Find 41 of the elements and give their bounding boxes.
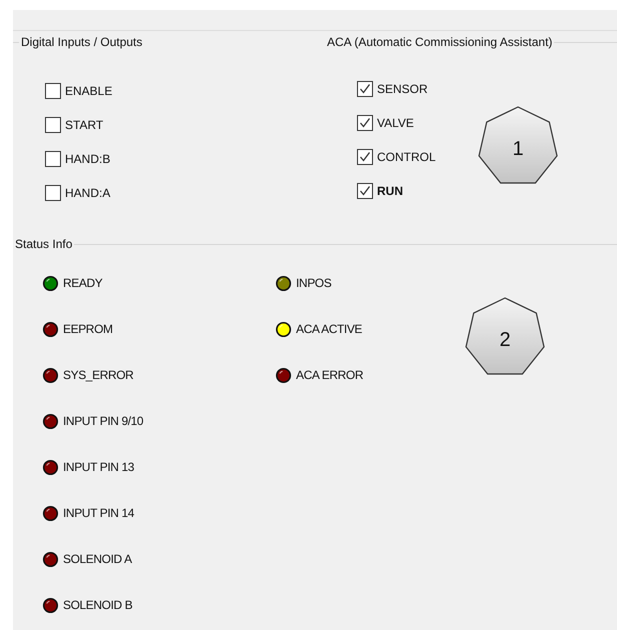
- status-led: [42, 550, 59, 568]
- status-label: INPUT PIN 9/10: [63, 413, 144, 430]
- checkbox-label: HAND:A: [65, 185, 110, 202]
- status-label: EEPROM: [63, 321, 113, 338]
- group-title: Digital Inputs / Outputs: [20, 34, 144, 51]
- status-label: ACA ERROR: [296, 367, 364, 384]
- status-label: ACA ACTIVE: [296, 321, 362, 338]
- status-label: SOLENOID B: [63, 597, 132, 614]
- checkbox[interactable]: [357, 183, 373, 199]
- status-label: SOLENOID A: [63, 551, 132, 568]
- checkbox[interactable]: [357, 81, 373, 97]
- status-led: [275, 274, 292, 292]
- checkbox[interactable]: [45, 185, 61, 201]
- status-led: [42, 274, 59, 292]
- checkbox-label: SENSOR: [377, 81, 428, 98]
- checkbox[interactable]: [45, 83, 61, 99]
- status-led: [42, 366, 59, 384]
- group-title: Status Info: [14, 236, 74, 253]
- checkbox[interactable]: [357, 149, 373, 165]
- group-title: ACA (Automatic Commissioning Assistant): [326, 34, 554, 51]
- checkbox[interactable]: [357, 115, 373, 131]
- status-led: [275, 320, 292, 338]
- status-led: [275, 366, 292, 384]
- status-led: [42, 320, 59, 338]
- status-label: INPUT PIN 14: [63, 505, 134, 522]
- status-label: SYS_ERROR: [63, 367, 134, 384]
- status-led: [42, 458, 59, 476]
- status-led: [42, 596, 59, 614]
- checkbox-label: HAND:B: [65, 151, 110, 168]
- status-led: [42, 504, 59, 522]
- status-led: [42, 412, 59, 430]
- checkbox-label: VALVE: [377, 115, 414, 132]
- checkbox-label: ENABLE: [65, 83, 112, 100]
- status-label: READY: [63, 275, 102, 292]
- checkbox-label: START: [65, 117, 104, 134]
- status-label: INPUT PIN 13: [63, 459, 134, 476]
- checkbox-label: RUN: [377, 183, 403, 200]
- checkbox[interactable]: [45, 151, 61, 167]
- checkbox[interactable]: [45, 117, 61, 133]
- status-label: INPOS: [296, 275, 332, 292]
- checkbox-label: CONTROL: [377, 149, 436, 166]
